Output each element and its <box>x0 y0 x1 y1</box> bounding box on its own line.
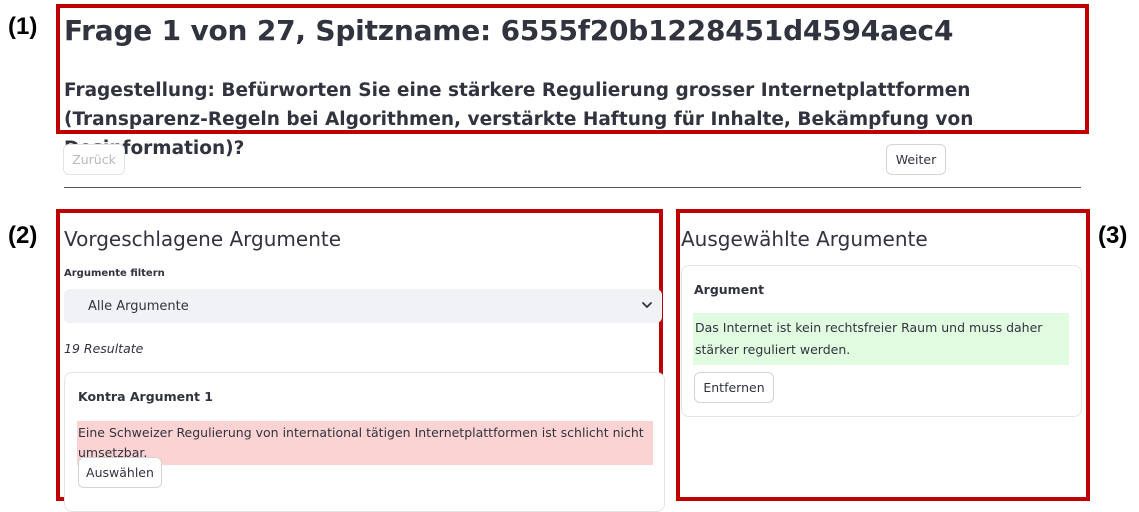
filter-select-value: Alle Argumente <box>88 298 189 314</box>
next-button[interactable]: Weiter <box>886 144 946 175</box>
selected-argument-text: Das Internet ist kein rechtsfreier Raum … <box>693 313 1069 365</box>
selected-argument-card: Argument Das Internet ist kein rechtsfre… <box>681 265 1082 417</box>
select-argument-button[interactable]: Auswählen <box>78 457 162 488</box>
results-count: 19 Resultate <box>64 341 144 356</box>
selected-argument-title: Argument <box>694 282 765 297</box>
annotation-label-1: (1) <box>8 13 38 40</box>
back-button[interactable]: Zurück <box>63 144 125 175</box>
annotation-label-2: (2) <box>8 222 38 249</box>
argument-card-title: Kontra Argument 1 <box>78 389 213 404</box>
argument-card: Kontra Argument 1 Eine Schweizer Regulie… <box>64 372 665 512</box>
remove-argument-button[interactable]: Entfernen <box>694 372 774 403</box>
page-title: Frage 1 von 27, Spitzname: 6555f20b12284… <box>64 14 954 47</box>
filter-label: Argumente filtern <box>64 268 165 279</box>
divider <box>64 187 1081 188</box>
suggested-arguments-heading: Vorgeschlagene Argumente <box>64 227 342 251</box>
chevron-down-icon <box>642 302 652 308</box>
selected-arguments-heading: Ausgewählte Argumente <box>681 227 928 251</box>
argument-text: Eine Schweizer Regulierung von internati… <box>77 421 653 465</box>
annotation-label-3: (3) <box>1098 222 1128 249</box>
filter-select[interactable]: Alle Argumente <box>64 289 662 323</box>
